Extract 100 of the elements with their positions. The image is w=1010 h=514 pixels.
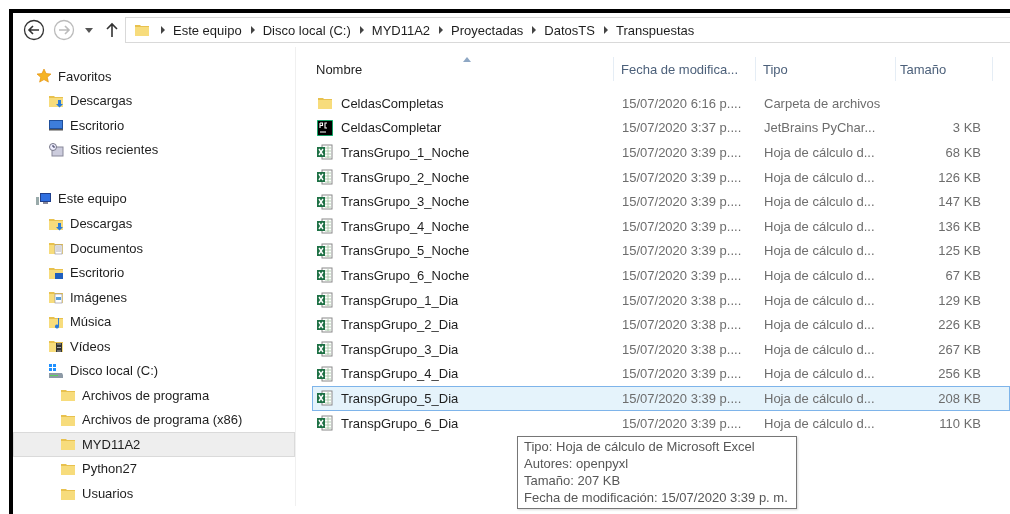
file-row[interactable]: TransGrupo_6_Noche 15/07/2020 3:39 p.... Hoja de cálculo d... 67 KB xyxy=(312,263,1010,288)
folder-icon xyxy=(60,436,76,453)
file-name: CeldasCompletas xyxy=(341,95,444,111)
file-row[interactable]: TranspGrupo_1_Dia 15/07/2020 3:38 p.... Hoja de cálculo d... 129 KB xyxy=(312,287,1010,313)
file-row[interactable]: TransGrupo_5_Noche 15/07/2020 3:39 p.... Hoja de cálculo d... 125 KB xyxy=(312,238,1010,264)
tooltip-line: Tipo: Hoja de cálculo de Microsoft Excel xyxy=(524,438,756,455)
file-type: JetBrains PyChar... xyxy=(764,120,876,136)
file-size: 125 KB xyxy=(938,243,981,259)
file-size: 110 KB xyxy=(939,415,981,431)
nav-item[interactable]: Descargas xyxy=(13,88,295,114)
folder-icon xyxy=(60,387,76,404)
nav-item[interactable]: Escritorio xyxy=(13,260,295,285)
back-button[interactable] xyxy=(23,19,45,41)
file-row[interactable]: TranspGrupo_3_Dia 15/07/2020 3:38 p.... Hoja de cálculo d... 267 KB xyxy=(312,336,1010,362)
nav-item[interactable]: Imágenes xyxy=(13,284,295,310)
file-row[interactable]: TranspGrupo_4_Dia 15/07/2020 3:39 p.... Hoja de cálculo d... 256 KB xyxy=(312,361,1010,387)
modified-date: 15/07/2020 3:39 p.... xyxy=(622,218,742,234)
file-name: TransGrupo_1_Noche xyxy=(341,145,470,160)
file-row[interactable]: TranspGrupo_2_Dia 15/07/2020 3:38 p.... Hoja de cálculo d... 226 KB xyxy=(312,312,1010,337)
file-row[interactable]: CeldasCompletar 15/07/2020 3:37 p.... JetBrains PyChar... 3 KB xyxy=(312,115,1010,141)
modified-date: 15/07/2020 3:39 p.... xyxy=(622,243,742,259)
file-row[interactable]: TransGrupo_3_Noche 15/07/2020 3:39 p.... Hoja de cálculo d... 147 KB xyxy=(312,189,1010,214)
file-size: 208 KB xyxy=(938,390,981,406)
up-arrow-icon xyxy=(105,22,119,38)
nav-item[interactable]: Usuarios xyxy=(13,481,295,506)
nav-item[interactable]: Python27 xyxy=(13,456,295,482)
file-row[interactable]: TransGrupo_4_Noche 15/07/2020 3:39 p.... Hoja de cálculo d... 136 KB xyxy=(312,213,1010,239)
tooltip-line: Tamaño: 207 KB xyxy=(524,472,622,489)
file-name: TranspGrupo_1_Dia xyxy=(341,292,459,308)
file-size: 3 KB xyxy=(952,120,981,136)
nav-item[interactable]: Sitios recientes xyxy=(13,137,295,163)
file-type: Hoja de cálculo d... xyxy=(764,415,875,431)
modified-date: 15/07/2020 3:38 p.... xyxy=(622,317,742,333)
modified-date: 15/07/2020 3:38 p.... xyxy=(622,341,742,357)
column-header[interactable]: Fecha de modifica... xyxy=(614,57,756,81)
path-segment[interactable]: Transpuestas xyxy=(608,22,703,38)
nav-item[interactable]: MYD11A2 xyxy=(13,432,295,457)
spreadsheet-icon xyxy=(317,144,333,161)
recent-places-icon xyxy=(48,141,64,158)
file-size: 136 KB xyxy=(938,218,981,234)
path-segment[interactable]: MYD11A2 xyxy=(364,22,439,38)
nav-item[interactable]: Favoritos xyxy=(13,64,295,89)
file-type: Hoja de cálculo d... xyxy=(764,366,875,382)
file-type: Hoja de cálculo d... xyxy=(764,267,875,283)
computer-icon xyxy=(36,190,52,207)
up-button[interactable] xyxy=(105,22,119,38)
path-segment[interactable]: DatosTS xyxy=(537,22,603,38)
file-size: 267 KB xyxy=(938,341,981,357)
nav-item[interactable]: Archivos de programa xyxy=(13,383,295,408)
file-name: TranspGrupo_3_Dia xyxy=(341,341,459,357)
file-type: Hoja de cálculo d... xyxy=(764,292,875,308)
file-row[interactable]: TransGrupo_2_Noche 15/07/2020 3:39 p.... Hoja de cálculo d... 126 KB xyxy=(312,164,1010,190)
recent-button[interactable] xyxy=(85,27,93,33)
spreadsheet-icon xyxy=(317,292,333,309)
address-bar[interactable]: Este equipo Disco local (C:) MYD11A2 Proyectadas DatosTS Transpuestas xyxy=(125,17,1010,43)
tooltip-line: Autores: openpyxl xyxy=(524,455,630,472)
chevron-icon xyxy=(358,26,365,34)
nav-item[interactable]: Documentos xyxy=(13,235,295,261)
file-name: TransGrupo_3_Noche xyxy=(341,194,470,210)
spreadsheet-icon xyxy=(317,365,333,382)
chevron-icon xyxy=(531,26,538,34)
spreadsheet-icon xyxy=(317,218,333,235)
file-row[interactable]: TranspGrupo_6_Dia 15/07/2020 3:39 p.... Hoja de cálculo d... 110 KB xyxy=(312,410,1010,436)
column-header[interactable]: Tipo xyxy=(756,57,896,81)
path-segment[interactable]: Este equipo xyxy=(166,22,250,38)
monitor-icon xyxy=(48,117,64,134)
spreadsheet-icon xyxy=(317,267,333,284)
modified-date: 15/07/2020 3:39 p.... xyxy=(622,415,742,431)
nav-item[interactable]: Escritorio xyxy=(13,113,295,138)
video-folder-icon xyxy=(48,338,64,355)
path-segment[interactable]: Disco local (C:) xyxy=(255,22,359,38)
column-header[interactable]: Nombre xyxy=(312,57,614,81)
nav-item[interactable]: Este equipo xyxy=(13,186,295,212)
chevron-icon xyxy=(160,26,166,34)
document-folder-icon xyxy=(48,240,64,257)
file-row[interactable]: TranspGrupo_5_Dia 15/07/2020 3:39 p.... Hoja de cálculo d... 208 KB xyxy=(312,386,1010,411)
file-row[interactable]: CeldasCompletas 15/07/2020 6:16 p.... Carpeta de archivos xyxy=(312,91,1010,116)
spreadsheet-icon xyxy=(317,316,333,333)
sort-arrow-icon xyxy=(462,57,471,62)
modified-date: 15/07/2020 3:39 p.... xyxy=(622,366,742,382)
pictures-folder-icon xyxy=(48,289,64,306)
nav-item[interactable]: Vídeos xyxy=(13,333,295,359)
file-name: TranspGrupo_2_Dia xyxy=(341,317,459,333)
path-segment[interactable]: Proyectadas xyxy=(444,22,532,38)
nav-item[interactable]: Archivos de programa (x86) xyxy=(13,407,295,433)
nav-item[interactable]: Disco local (C:) xyxy=(13,358,295,384)
file-type: Hoja de cálculo d... xyxy=(764,317,875,333)
file-name: TransGrupo_5_Noche xyxy=(341,243,470,259)
column-header[interactable]: Tamaño xyxy=(896,57,993,81)
modified-date: 15/07/2020 3:39 p.... xyxy=(622,267,742,283)
file-size: 129 KB xyxy=(938,292,981,308)
nav-item[interactable]: Descargas xyxy=(13,211,295,236)
file-row[interactable]: TransGrupo_1_Noche 15/07/2020 3:39 p.... Hoja de cálculo d... 68 KB xyxy=(312,140,1010,165)
file-size: 68 KB xyxy=(945,145,981,160)
caret-icon xyxy=(85,27,93,33)
file-name: TransGrupo_2_Noche xyxy=(341,169,470,185)
nav-item[interactable]: Música xyxy=(13,309,295,334)
file-type: Hoja de cálculo d... xyxy=(764,194,875,210)
spreadsheet-icon xyxy=(317,415,333,431)
folder-icon xyxy=(317,95,333,112)
